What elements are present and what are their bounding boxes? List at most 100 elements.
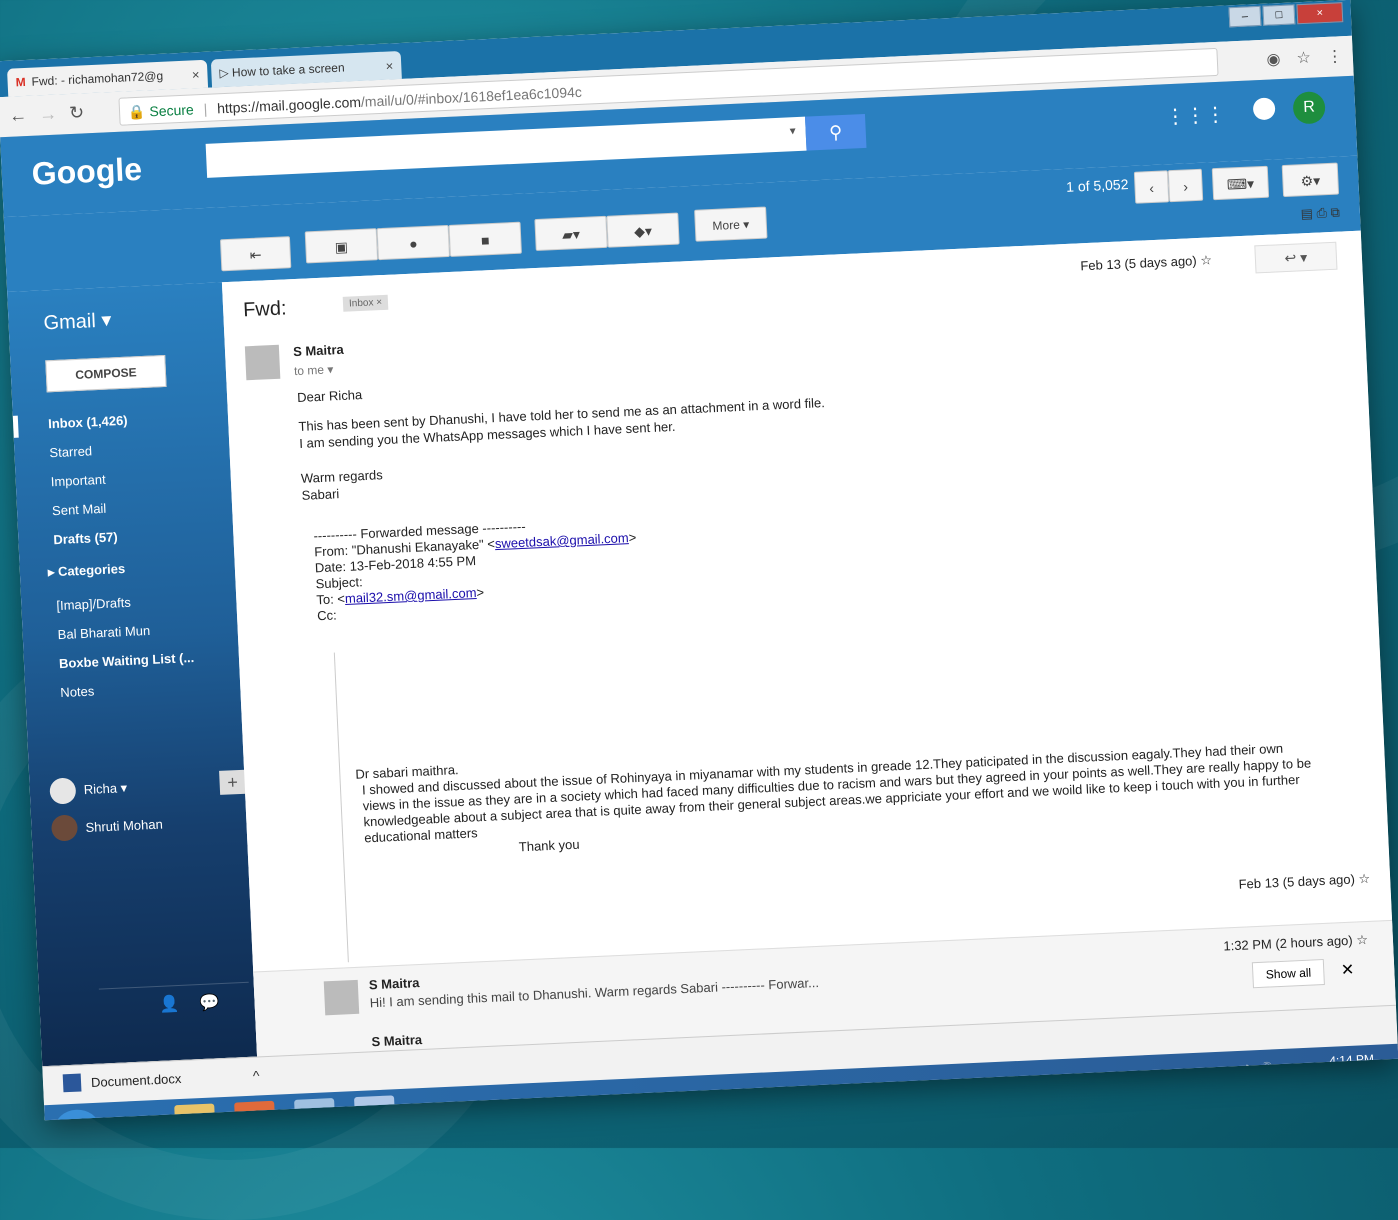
url-separator: | — [203, 100, 208, 117]
sidebar-item-inbox[interactable]: Inbox (1,426) — [48, 413, 128, 432]
tab-label: Fwd: - richamohan72@g — [31, 68, 164, 89]
download-item[interactable]: Document.docx — [62, 1069, 182, 1093]
chevron-right-icon: › — [1182, 178, 1189, 195]
screen: M Fwd: - richamohan72@g × ▷ How to take … — [0, 0, 1398, 1121]
sidebar-item-categories[interactable]: ▸ Categories — [48, 561, 126, 580]
new-window-icon[interactable]: ⧉ — [1330, 205, 1340, 220]
gmail-app: Google ▼ ⚲ ⋮⋮⋮ R ⇤ ▣ ● ■ ▰▾ ◆▾ More ▾ 1 … — [0, 75, 1397, 1067]
sidebar-item-imap-drafts[interactable]: [Imap]/Drafts — [56, 595, 131, 613]
keyboard-icon: ⌨▾ — [1226, 175, 1255, 193]
back-to-inbox-button[interactable]: ⇤ — [219, 236, 292, 272]
avatar — [49, 777, 77, 805]
reply-button[interactable]: ↩ ▾ — [1254, 241, 1338, 274]
contacts-icon[interactable]: 👤 — [159, 994, 180, 1015]
google-logo[interactable]: Google — [31, 151, 143, 193]
fwd-from-close: > — [628, 529, 637, 546]
chat-contact[interactable]: Shruti Mohan — [50, 811, 164, 842]
sidebar: Gmail ▾ COMPOSE Inbox (1,426) Starred Im… — [7, 282, 258, 1067]
close-tab-icon[interactable]: × — [192, 67, 200, 82]
message-date: Feb 13 (5 days ago) ☆ — [1080, 252, 1213, 274]
star-icon[interactable]: ☆ — [1296, 48, 1311, 69]
download-options-icon[interactable]: ^ — [253, 1067, 260, 1083]
maximize-button[interactable]: □ — [1262, 4, 1296, 26]
show-all-button[interactable]: Show all — [1251, 958, 1326, 989]
archive-icon: ▣ — [334, 238, 349, 256]
quoted-message: Dr sabari maithra. I showed and discusse… — [333, 607, 1348, 963]
signal-icon[interactable]: ▂▄▆ — [1276, 1060, 1304, 1075]
sidebar-item-important[interactable]: Important — [50, 472, 106, 489]
delete-button[interactable]: ■ — [448, 221, 522, 257]
flag-icon[interactable]: ⚑ — [1244, 1062, 1255, 1076]
sidebar-item-drafts[interactable]: Drafts (57) — [53, 529, 118, 547]
search-button[interactable]: ⚲ — [804, 113, 867, 151]
close-tab-icon[interactable]: × — [385, 58, 393, 73]
gmail-menu[interactable]: Gmail ▾ — [43, 307, 112, 335]
folder-icon: ▰▾ — [561, 226, 581, 243]
fwd-to-label: To: < — [316, 591, 346, 608]
collapsed-snippet: Hi! I am sending this mail to Dhanushi. … — [369, 974, 820, 1011]
labels-button[interactable]: ◆▾ — [606, 212, 680, 248]
email-subject: Fwd: — [242, 297, 288, 322]
chat-contact-name: Shruti Mohan — [85, 816, 164, 835]
older-button[interactable]: › — [1167, 168, 1204, 203]
sidebar-item-notes[interactable]: Notes — [60, 684, 95, 701]
print-all-icon[interactable]: ▤ — [1300, 206, 1313, 222]
gmail-favicon-icon: M — [15, 74, 26, 90]
system-tray: ▴ ⚑ 🔊 ▂▄▆ — [1235, 1060, 1304, 1077]
add-chat-button[interactable]: + — [219, 769, 247, 795]
sidebar-bottom-bar: 👤 💬 — [98, 981, 251, 1025]
inbox-label-chip[interactable]: Inbox × — [342, 294, 389, 312]
eye-icon[interactable]: ◉ — [1266, 49, 1281, 70]
collapsed-time: 1:32 PM (2 hours ago) ☆ — [1223, 931, 1369, 954]
chevron-left-icon: ‹ — [1148, 179, 1155, 197]
sidebar-item-bal-bharati[interactable]: Bal Bharati Mun — [57, 623, 150, 642]
sidebar-item-sent[interactable]: Sent Mail — [52, 501, 107, 518]
settings-button[interactable]: ⚙▾ — [1281, 162, 1340, 198]
printer-icon[interactable]: ⎙ — [1316, 205, 1327, 220]
search-input[interactable]: ▼ — [205, 116, 807, 178]
address-icons: ◉ ☆ ⋮ — [1266, 46, 1343, 69]
apps-grid-icon[interactable]: ⋮⋮⋮ — [1165, 102, 1226, 130]
chat-self[interactable]: Richa ▾ — [49, 775, 128, 805]
trash-icon: ■ — [480, 232, 490, 249]
more-button[interactable]: More ▾ — [694, 206, 768, 242]
active-indicator — [12, 415, 19, 438]
spam-icon: ● — [408, 235, 418, 252]
clock[interactable]: 4:14 PM 2/18/2018 — [1325, 1051, 1380, 1085]
forward-icon[interactable]: → — [39, 104, 58, 126]
recipient-dropdown[interactable]: to me ▾ — [294, 362, 334, 378]
url-host: https://mail.google.com — [216, 93, 362, 117]
message-body: Dear Richa This has been sent by Dhanush… — [297, 365, 829, 516]
sender-avatar — [244, 344, 281, 381]
search-options-icon[interactable]: ▼ — [788, 126, 798, 137]
volume-icon[interactable]: 🔊 — [1258, 1061, 1274, 1076]
chat-self-name: Richa ▾ — [83, 780, 128, 798]
window-controls: – □ × — [1228, 2, 1344, 28]
quoted-text: Dr sabari maithra. I showed and discusse… — [355, 723, 1318, 862]
reload-icon[interactable]: ↻ — [69, 102, 85, 124]
sender-avatar — [323, 979, 360, 1016]
search-icon: ⚲ — [828, 121, 843, 143]
close-window-button[interactable]: × — [1296, 2, 1344, 25]
collapsed-sender: S Maitra — [371, 1031, 423, 1050]
pager-count: 1 of 5,052 — [1065, 176, 1129, 195]
tray-expand-icon[interactable]: ▴ — [1235, 1063, 1242, 1077]
back-arrow-icon: ⇤ — [249, 246, 262, 263]
input-tools-button[interactable]: ⌨▾ — [1211, 165, 1270, 201]
account-avatar[interactable]: R — [1292, 91, 1326, 125]
archive-button[interactable]: ▣ — [304, 228, 379, 264]
close-download-bar-icon[interactable]: ✕ — [1341, 962, 1355, 980]
download-filename: Document.docx — [90, 1070, 182, 1090]
compose-button[interactable]: COMPOSE — [45, 354, 167, 393]
back-icon[interactable]: ← — [9, 105, 28, 127]
minimize-button[interactable]: – — [1228, 5, 1262, 28]
sidebar-item-boxbe[interactable]: Boxbe Waiting List (... — [59, 650, 195, 671]
report-spam-button[interactable]: ● — [376, 224, 450, 261]
menu-icon[interactable]: ⋮ — [1326, 46, 1343, 67]
sidebar-item-starred[interactable]: Starred — [49, 443, 92, 460]
move-to-button[interactable]: ▰▾ — [534, 215, 608, 252]
sender-name: S Maitra — [292, 341, 344, 360]
notifications-icon[interactable] — [1252, 97, 1276, 121]
hangouts-icon[interactable]: 💬 — [199, 992, 220, 1013]
newer-button[interactable]: ‹ — [1133, 170, 1170, 204]
